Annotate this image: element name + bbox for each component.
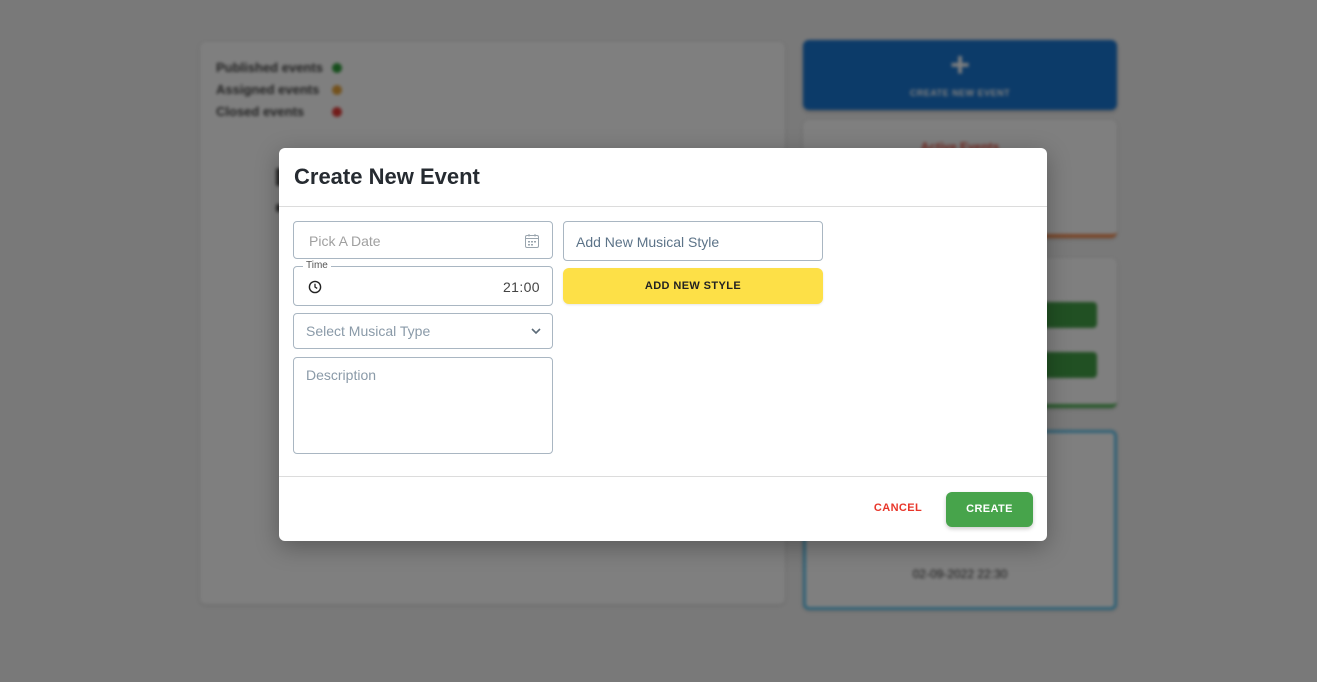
footer-divider [279,476,1047,477]
dialog-title: Create New Event [294,164,480,189]
time-field[interactable]: Time 21:00 [293,260,553,306]
date-picker-field[interactable]: Pick A Date [293,221,553,259]
add-new-style-button[interactable]: ADD NEW STYLE [563,268,823,304]
time-label: Time [303,260,331,271]
create-event-dialog: Create New Event Pick A Date Time 21:00 … [279,148,1047,541]
time-value: 21:00 [502,279,540,295]
musical-type-select[interactable]: Select Musical Type [293,313,553,349]
select-placeholder: Select Musical Type [306,323,431,339]
date-placeholder: Pick A Date [309,233,381,249]
description-placeholder: Description [306,367,377,383]
chevron-down-icon [531,328,541,335]
clock-icon [308,280,322,294]
header-divider [279,206,1047,207]
style-placeholder: Add New Musical Style [576,234,720,250]
create-button[interactable]: CREATE [946,492,1033,527]
cancel-button[interactable]: CANCEL [866,502,930,516]
description-textarea[interactable]: Description [293,357,553,454]
calendar-icon[interactable] [524,233,540,249]
new-musical-style-input[interactable]: Add New Musical Style [563,221,823,261]
